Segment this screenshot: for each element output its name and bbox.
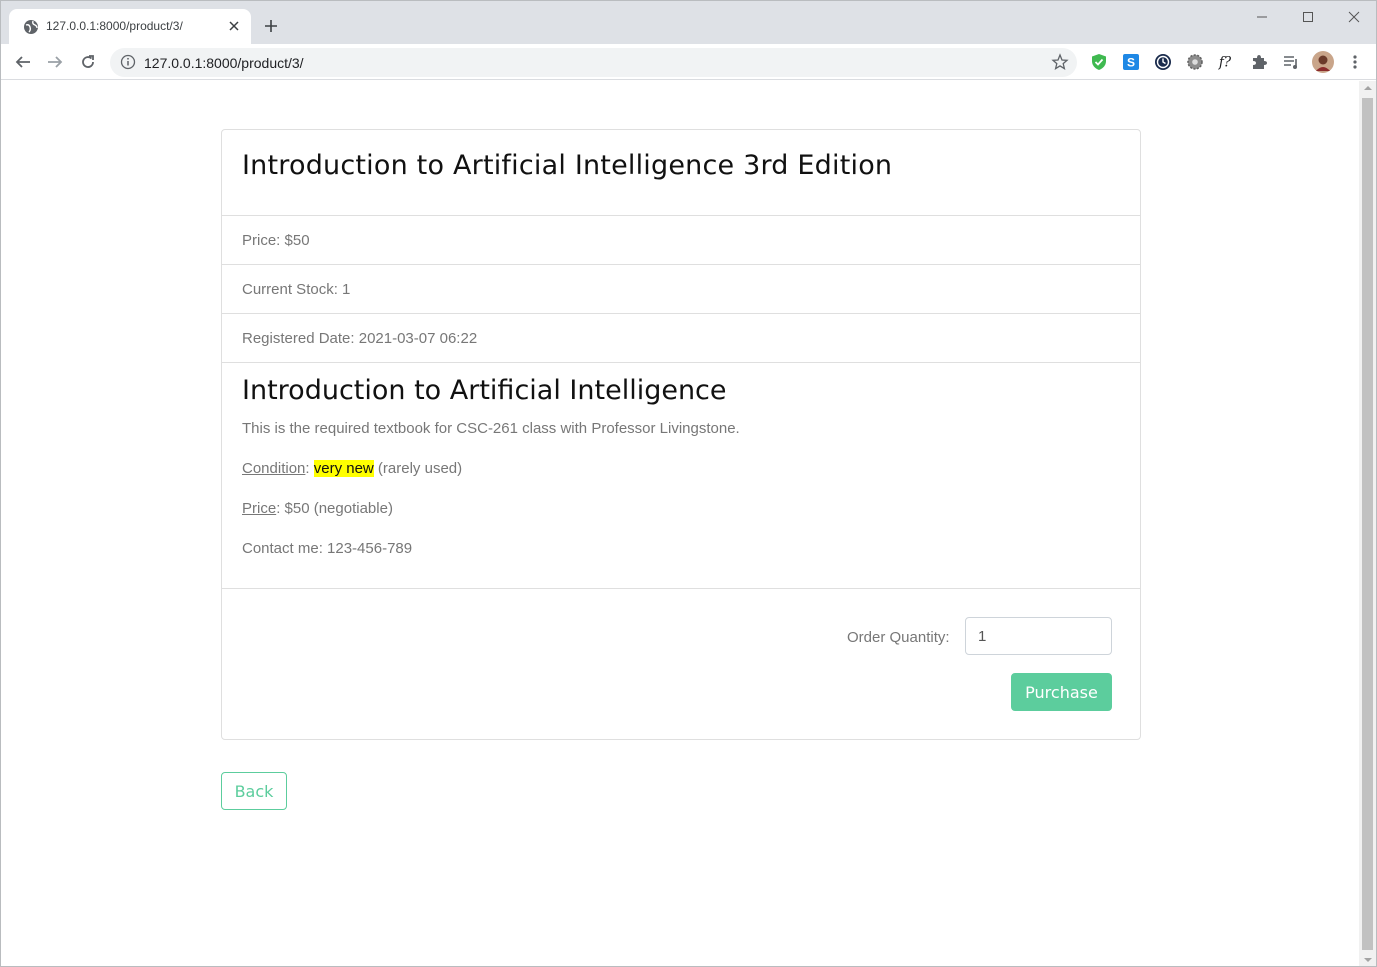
browser-tab[interactable]: 127.0.0.1:8000/product/3/ [9,9,251,44]
url-text: 127.0.0.1:8000/product/3/ [144,55,304,71]
contact-line: Contact me: 123-456-789 [242,540,413,557]
order-quantity-label: Order Quantity: [847,629,950,646]
price-label: Price [242,500,277,517]
window-close-button[interactable] [1331,4,1376,30]
address-bar[interactable]: 127.0.0.1:8000/product/3/ [110,48,1077,77]
purchase-button[interactable]: Purchase [1011,673,1112,711]
shield-check-icon[interactable] [1090,53,1108,71]
minimize-button[interactable] [1239,4,1285,30]
svg-text:f?: f? [1218,55,1232,71]
stock-text: Current Stock: 1 [242,281,351,298]
f-question-icon[interactable]: f? [1218,53,1236,71]
playlist-icon[interactable] [1282,53,1300,71]
description-heading: Introduction to Artificial Intelligence [242,375,727,406]
negotiable-price-line: Price: $50 (negotiable) [242,500,393,517]
condition-label: Condition [242,460,306,477]
date-row: Registered Date: 2021-03-07 06:22 [222,314,1140,363]
browser-toolbar: 127.0.0.1:8000/product/3/ S f? [1,44,1376,80]
product-description: Introduction to Artificial Intelligence … [222,363,1140,589]
tab-title: 127.0.0.1:8000/product/3/ [46,19,183,33]
registered-date-text: Registered Date: 2021-03-07 06:22 [242,330,478,347]
forward-arrow-icon[interactable] [41,48,69,76]
price-text: Price: $50 [242,232,310,249]
reload-icon[interactable] [74,48,102,76]
condition-line: Condition: very new (rarely used) [242,460,462,477]
price-row: Price: $50 [222,216,1140,265]
scroll-down-arrow-icon[interactable] [1359,953,1376,966]
new-tab-button[interactable] [260,15,282,37]
globe-icon [23,19,39,35]
back-button[interactable]: Back [221,772,287,810]
vertical-scrollbar[interactable] [1359,81,1376,966]
stock-row: Current Stock: 1 [222,265,1140,314]
gear-icon[interactable] [1186,53,1204,71]
maximize-button[interactable] [1285,4,1331,30]
condition-separator: : [305,460,314,477]
product-card: Introduction to Artificial Intelligence … [221,129,1141,740]
price-value: : $50 (negotiable) [276,500,393,517]
clock-icon[interactable] [1154,53,1172,71]
star-icon[interactable] [1051,53,1069,71]
condition-value: very new [313,460,374,477]
condition-note: (rarely used) [373,460,463,477]
scroll-up-arrow-icon[interactable] [1359,81,1376,95]
product-card-header: Introduction to Artificial Intelligence … [222,130,1140,216]
svg-text:S: S [1127,56,1135,70]
s-badge-icon[interactable]: S [1122,53,1140,71]
close-icon[interactable] [225,17,243,35]
info-icon[interactable] [120,54,136,70]
scrollbar-thumb[interactable] [1362,98,1373,950]
product-title: Introduction to Artificial Intelligence … [242,150,893,181]
back-arrow-icon[interactable] [9,48,37,76]
profile-avatar[interactable] [1312,51,1334,73]
kebab-menu-icon[interactable] [1346,53,1364,71]
page-content: Introduction to Artificial Intelligence … [1,81,1361,966]
order-quantity-input[interactable] [965,617,1112,655]
browser-window: 127.0.0.1:8000/product/3/ 127.0.0.1:8000… [0,0,1377,967]
tab-strip: 127.0.0.1:8000/product/3/ [1,1,1376,44]
description-intro: This is the required textbook for CSC-26… [242,420,740,437]
puzzle-icon[interactable] [1250,53,1268,71]
